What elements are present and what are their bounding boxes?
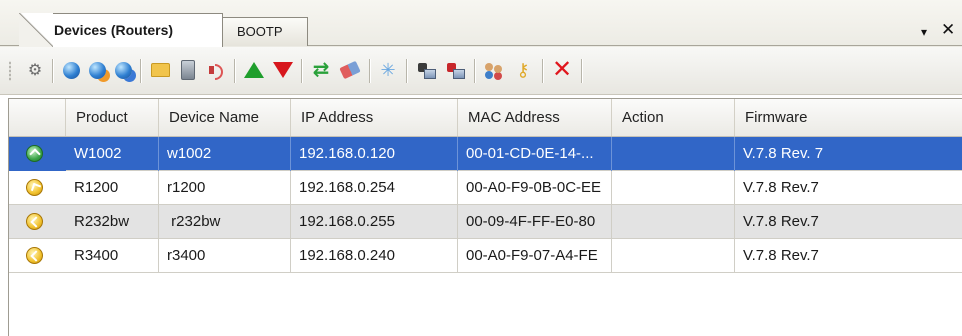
cell-ip-address: 192.168.0.240	[291, 239, 458, 273]
column-header-action[interactable]: Action	[612, 99, 735, 136]
device-icon[interactable]	[177, 59, 199, 81]
status-cell	[9, 239, 66, 273]
cell-mac-address: 00-09-4F-FF-E0-80	[458, 205, 612, 239]
cell-mac-address: 00-A0-F9-0B-0C-EE	[458, 171, 612, 205]
toolbar-separator	[301, 59, 302, 83]
refresh-icon[interactable]: ⇄	[310, 59, 332, 81]
cell-firmware: V.7.8 Rev.7	[743, 213, 819, 230]
tab-strip: BOOTP Devices (Routers) ▾ ✕	[0, 0, 962, 47]
cell-action	[612, 171, 735, 205]
cell-ip-address: 192.168.0.254	[291, 171, 458, 205]
cell-action	[612, 205, 735, 239]
people-icon[interactable]	[483, 59, 505, 81]
toolbar-separator	[234, 59, 235, 83]
cell-action	[612, 239, 735, 273]
toolbar-separator	[542, 59, 543, 83]
cell-mac-address: 00-A0-F9-07-A4-FE	[458, 239, 612, 273]
cell-ip-address: 192.168.0.120	[291, 137, 458, 171]
star-icon[interactable]: ✳	[377, 59, 399, 81]
cell-mac-address: 00-01-CD-0E-14-...	[458, 137, 612, 171]
toolbar-separator	[140, 59, 141, 83]
grid-header: Product Device Name IP Address MAC Addre…	[9, 99, 962, 137]
cell-firmware: V.7.8 Rev. 7	[743, 145, 824, 162]
globe-blue-icon[interactable]	[112, 59, 134, 81]
status-column-header[interactable]	[9, 99, 66, 136]
cell-firmware: V.7.8 Rev.7	[743, 179, 819, 196]
devices-grid: Product Device Name IP Address MAC Addre…	[8, 98, 962, 336]
cell-product: R1200	[66, 171, 159, 205]
tab-devices-routers[interactable]: Devices (Routers)	[19, 13, 223, 47]
window-dropdown-icon[interactable]: ▾	[921, 25, 927, 39]
status-cell	[9, 137, 66, 171]
table-row[interactable]: R1200 r1200 192.168.0.254 00-A0-F9-0B-0C…	[9, 171, 962, 205]
column-header-product[interactable]: Product	[66, 99, 159, 136]
column-header-device-name[interactable]: Device Name	[159, 99, 291, 136]
status-warning-icon	[26, 179, 43, 196]
cell-product: R232bw	[66, 205, 159, 239]
arrow-up-icon[interactable]	[243, 59, 265, 81]
cell-product: R3400	[66, 239, 159, 273]
window-close-icon[interactable]: ✕	[941, 20, 955, 40]
cell-device-name: r232bw	[159, 205, 291, 239]
toolbar-separator	[369, 59, 370, 83]
network-red-icon[interactable]	[444, 59, 466, 81]
cell-device-name: r1200	[159, 171, 291, 205]
column-header-ip-address[interactable]: IP Address	[291, 99, 458, 136]
cell-ip-address: 192.168.0.255	[291, 205, 458, 239]
globe-icon[interactable]	[60, 59, 82, 81]
column-header-mac-address[interactable]: MAC Address	[458, 99, 612, 136]
table-row[interactable]: W1002 w1002 192.168.0.120 00-01-CD-0E-14…	[9, 137, 962, 171]
arrow-down-icon[interactable]	[272, 59, 294, 81]
toolbar-separator	[581, 59, 582, 83]
status-online-icon	[26, 145, 43, 162]
cell-device-name: r3400	[159, 239, 291, 273]
status-warning-icon	[26, 213, 43, 230]
tab-devices-routers-label: Devices (Routers)	[54, 22, 174, 38]
toolbar: ⚙ ⇄ ✳ ⚷ ✕	[0, 47, 962, 95]
column-header-firmware[interactable]: Firmware	[735, 99, 962, 136]
settings-tool-icon[interactable]: ⚙	[24, 59, 46, 81]
toolbar-separator	[52, 59, 53, 83]
table-row[interactable]: R3400 r3400 192.168.0.240 00-A0-F9-07-A4…	[9, 239, 962, 273]
speaker-icon[interactable]	[205, 59, 227, 81]
cell-device-name: w1002	[159, 137, 291, 171]
cell-firmware: V.7.8 Rev.7	[743, 247, 819, 264]
key-icon[interactable]: ⚷	[512, 59, 534, 81]
toolbar-separator	[406, 59, 407, 83]
globe-orange-icon[interactable]	[86, 59, 108, 81]
tab-bootp[interactable]: BOOTP	[211, 17, 308, 46]
network-icon[interactable]	[415, 59, 437, 81]
status-warning-icon	[26, 247, 43, 264]
toolbar-separator	[474, 59, 475, 83]
status-cell	[9, 205, 66, 239]
folder-icon[interactable]	[149, 59, 171, 81]
tab-bootp-label: BOOTP	[237, 24, 283, 39]
delete-icon[interactable]: ✕	[551, 58, 573, 82]
status-cell	[9, 171, 66, 205]
cell-product: W1002	[66, 137, 159, 171]
table-row[interactable]: R232bw r232bw 192.168.0.255 00-09-4F-FF-…	[9, 205, 962, 239]
toolbar-grip[interactable]	[9, 61, 11, 81]
cell-action	[612, 137, 735, 171]
eraser-icon[interactable]	[339, 59, 361, 81]
